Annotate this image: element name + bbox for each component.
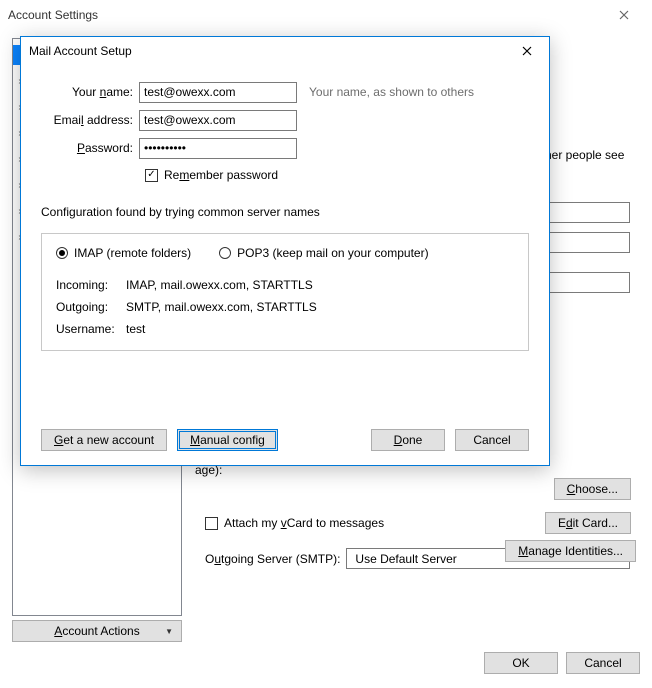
attach-vcard-row: Attach my vCard to messages xyxy=(205,516,384,530)
manage-identities-button[interactable]: Manage Identities... xyxy=(505,540,636,562)
password-input[interactable] xyxy=(139,138,297,159)
attach-vcard-label: Attach my vCard to messages xyxy=(224,516,384,530)
other-people-see-hint: her people see xyxy=(545,148,635,162)
name-hint: Your name, as shown to others xyxy=(309,85,474,99)
attach-vcard-checkbox[interactable] xyxy=(205,517,218,530)
mail-setup-buttons: Get a new account Manual config Done Can… xyxy=(41,429,529,451)
remember-password-row: ✓ Remember password xyxy=(145,163,529,187)
get-new-account-button[interactable]: Get a new account xyxy=(41,429,167,451)
cancel-button[interactable]: Cancel xyxy=(455,429,529,451)
email-label: Email address: xyxy=(41,113,139,127)
mail-setup-titlebar: Mail Account Setup xyxy=(21,37,549,65)
done-button[interactable]: Done xyxy=(371,429,445,451)
username-row: Username: test xyxy=(56,318,514,340)
account-settings-title: Account Settings xyxy=(8,0,98,30)
mail-setup-body: Your name: Your name, as shown to others… xyxy=(21,65,549,465)
name-label: Your name: xyxy=(41,85,139,99)
outgoing-value: SMTP, mail.owexx.com, STARTTLS xyxy=(126,300,317,314)
name-row: Your name: Your name, as shown to others xyxy=(41,79,529,105)
manual-config-button[interactable]: Manual config xyxy=(177,429,278,451)
account-settings-footer: OK Cancel xyxy=(484,652,640,674)
close-icon[interactable] xyxy=(604,0,644,30)
account-actions-label: Account Actions xyxy=(54,624,139,638)
close-icon[interactable] xyxy=(507,38,547,64)
choose-button[interactable]: Choose... xyxy=(554,478,631,500)
account-settings-titlebar: Account Settings xyxy=(0,0,652,30)
cancel-button[interactable]: Cancel xyxy=(566,652,640,674)
password-label: Password: xyxy=(41,141,139,155)
outgoing-server-label: Outgoing Server (SMTP): xyxy=(205,552,340,566)
outgoing-key: Outgoing: xyxy=(56,300,126,314)
imap-radio-label: IMAP (remote folders) xyxy=(74,246,191,260)
config-found-message: Configuration found by trying common ser… xyxy=(41,205,529,219)
protocol-radios: IMAP (remote folders) POP3 (keep mail on… xyxy=(56,246,514,260)
account-actions-button[interactable]: Account Actions ▼ xyxy=(12,620,182,642)
email-row: Email address: xyxy=(41,107,529,133)
password-row: Password: xyxy=(41,135,529,161)
username-value: test xyxy=(126,322,145,336)
imap-radio[interactable]: IMAP (remote folders) xyxy=(56,246,191,260)
outgoing-row: Outgoing: SMTP, mail.owexx.com, STARTTLS xyxy=(56,296,514,318)
incoming-row: Incoming: IMAP, mail.owexx.com, STARTTLS xyxy=(56,274,514,296)
username-key: Username: xyxy=(56,322,126,336)
ok-button[interactable]: OK xyxy=(484,652,558,674)
email-input[interactable] xyxy=(139,110,297,131)
chevron-down-icon: ▼ xyxy=(165,627,173,636)
remember-password-label: Remember password xyxy=(164,168,278,182)
protocol-box: IMAP (remote folders) POP3 (keep mail on… xyxy=(41,233,529,351)
mail-account-setup-dialog: Mail Account Setup Your name: Your name,… xyxy=(20,36,550,466)
remember-password-checkbox[interactable]: ✓ xyxy=(145,169,158,182)
incoming-key: Incoming: xyxy=(56,278,126,292)
pop3-radio[interactable]: POP3 (keep mail on your computer) xyxy=(219,246,428,260)
mail-setup-title: Mail Account Setup xyxy=(29,44,132,58)
incoming-value: IMAP, mail.owexx.com, STARTTLS xyxy=(126,278,313,292)
pop3-radio-label: POP3 (keep mail on your computer) xyxy=(237,246,428,260)
edit-card-button[interactable]: Edit Card... xyxy=(545,512,631,534)
name-input[interactable] xyxy=(139,82,297,103)
